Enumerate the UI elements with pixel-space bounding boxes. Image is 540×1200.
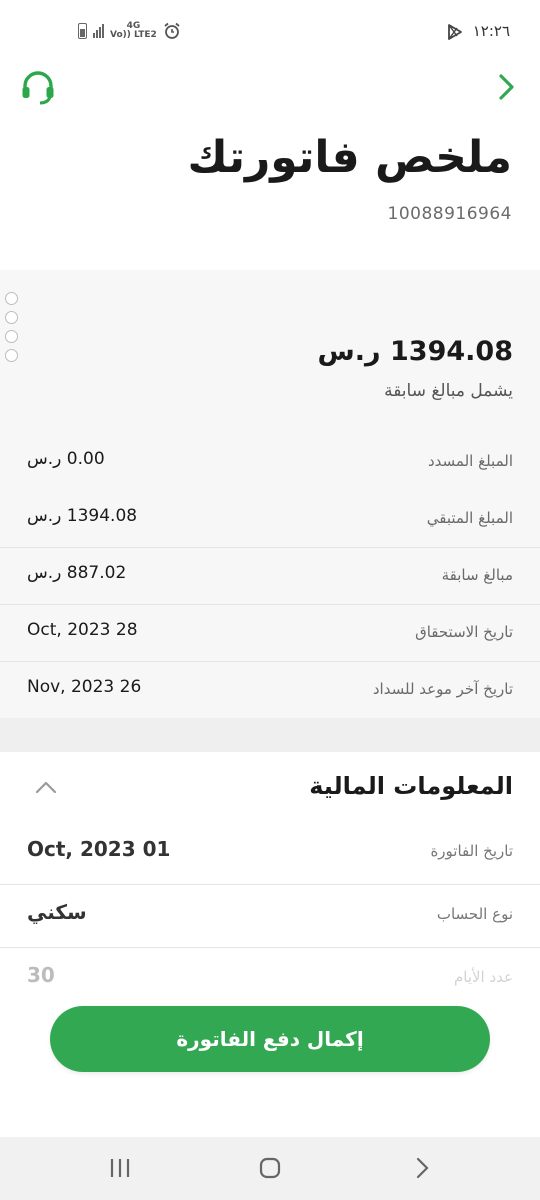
financial-info-title: المعلومات المالية (309, 772, 513, 800)
chevron-right-icon[interactable] (496, 72, 518, 102)
status-time: ١٢:٢٦ (472, 22, 510, 40)
row-label: مبالغ سابقة (441, 566, 513, 584)
summary-row-previous: مبالغ سابقة 887.02 ر.س (0, 547, 540, 604)
network-indicator: 4G Vo)) LTE2 (110, 22, 157, 40)
row-label: نوع الحساب (436, 905, 513, 923)
financial-row-account-type: نوع الحساب سكني (0, 885, 540, 948)
row-label: تاريخ آخر موعد للسداد (372, 680, 513, 698)
play-store-icon (448, 24, 462, 40)
status-bar: 4G Vo)) LTE2 ١٢:٢٦ (0, 0, 540, 64)
summary-row-paid: المبلغ المسدد 0.00 ر.س (0, 434, 540, 491)
complete-payment-button[interactable]: إكمال دفع الفاتورة (50, 1006, 490, 1072)
dots-indicator-icon (5, 292, 18, 362)
financial-row-days: عدد الأيام 30 (0, 948, 540, 1011)
bill-summary-card: 1394.08 ر.س يشمل مبالغ سابقة المبلغ المس… (0, 270, 540, 718)
bill-number: 10088916964 (387, 204, 512, 224)
total-amount-note: يشمل مبالغ سابقة (384, 381, 513, 401)
battery-icon (78, 23, 87, 39)
total-amount: 1394.08 ر.س (317, 336, 513, 367)
summary-row-due-date: تاريخ الاستحقاق 28 Oct, 2023 (0, 604, 540, 661)
recent-apps-icon[interactable] (108, 1157, 132, 1179)
status-icons: 4G Vo)) LTE2 (78, 22, 181, 40)
signal-icon (93, 24, 104, 38)
home-icon[interactable] (258, 1157, 282, 1179)
row-label: المبلغ المسدد (428, 452, 513, 470)
row-value: سكني (27, 900, 87, 924)
section-divider (0, 718, 540, 752)
row-value: 887.02 ر.س (27, 563, 127, 583)
row-value: 30 (27, 963, 55, 987)
row-label: تاريخ الاستحقاق (415, 623, 513, 641)
financial-row-bill-date: تاريخ الفاتورة 01 Oct, 2023 (0, 822, 540, 885)
row-label: تاريخ الفاتورة (430, 842, 513, 860)
volte-indicator: Vo)) LTE2 (110, 30, 157, 40)
chevron-up-icon[interactable] (34, 779, 58, 795)
row-label: عدد الأيام (453, 968, 513, 986)
headset-icon[interactable] (20, 70, 56, 106)
row-value: 01 Oct, 2023 (27, 837, 171, 861)
row-value: 26 Nov, 2023 (27, 677, 142, 697)
summary-row-remaining: المبلغ المتبقي 1394.08 ر.س (0, 491, 540, 548)
row-value: 0.00 ر.س (27, 449, 105, 469)
page-title: ملخص فاتورتك (187, 132, 512, 183)
row-value: 1394.08 ر.س (27, 506, 138, 526)
row-label: المبلغ المتبقي (426, 509, 513, 527)
back-icon[interactable] (412, 1157, 432, 1179)
row-value: 28 Oct, 2023 (27, 620, 138, 640)
alarm-icon (164, 22, 180, 39)
system-navigation-bar (0, 1137, 540, 1200)
summary-row-last-payment-date: تاريخ آخر موعد للسداد 26 Nov, 2023 (0, 661, 540, 718)
